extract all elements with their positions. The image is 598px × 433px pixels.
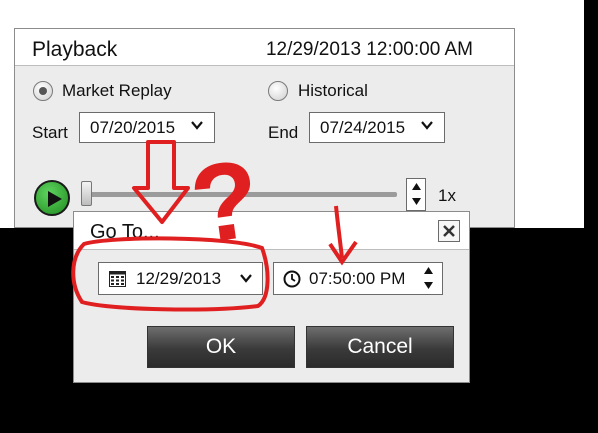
calendar-icon xyxy=(109,271,126,287)
goto-dialog: Go To... 12/29/2013 07:50:00 PM OK Cance… xyxy=(73,211,470,383)
cancel-button[interactable]: Cancel xyxy=(306,326,454,368)
play-icon xyxy=(48,191,62,207)
historical-radio[interactable] xyxy=(268,81,288,101)
goto-title: Go To... xyxy=(90,221,160,243)
playback-panel: Playback 12/29/2013 12:00:00 AM Market R… xyxy=(14,28,515,228)
chevron-down-icon xyxy=(421,121,433,130)
arrow-up-icon[interactable] xyxy=(411,182,422,191)
goto-time-field[interactable]: 07:50:00 PM xyxy=(273,262,443,295)
speed-label: 1x xyxy=(438,186,456,205)
end-date-value: 07/24/2015 xyxy=(320,118,406,137)
playback-header: Playback 12/29/2013 12:00:00 AM xyxy=(15,29,514,66)
arrow-up-icon[interactable] xyxy=(423,266,434,275)
background-black-bottom xyxy=(0,383,598,433)
playback-datetime: 12/29/2013 12:00:00 AM xyxy=(265,39,473,60)
start-date-value: 07/20/2015 xyxy=(90,118,176,137)
start-label: Start xyxy=(32,123,68,142)
clock-icon xyxy=(283,270,301,288)
goto-date-dropdown[interactable]: 12/29/2013 xyxy=(98,262,263,295)
playback-title: Playback xyxy=(32,38,118,61)
market-replay-radio[interactable] xyxy=(33,81,53,101)
close-button[interactable] xyxy=(438,220,460,242)
goto-header: Go To... xyxy=(74,212,469,250)
play-button[interactable] xyxy=(34,180,70,216)
historical-label[interactable]: Historical xyxy=(298,81,368,101)
speed-stepper[interactable] xyxy=(406,178,426,211)
ok-button[interactable]: OK xyxy=(147,326,295,368)
end-date-dropdown[interactable]: 07/24/2015 xyxy=(309,112,445,143)
playback-slider-thumb[interactable] xyxy=(81,181,92,206)
chevron-down-icon xyxy=(191,121,203,130)
market-replay-label[interactable]: Market Replay xyxy=(62,81,172,101)
chevron-down-icon xyxy=(240,274,252,283)
close-icon xyxy=(443,225,455,237)
playback-slider-track[interactable] xyxy=(87,192,397,197)
goto-time-value: 07:50:00 PM xyxy=(309,269,406,288)
arrow-down-icon[interactable] xyxy=(423,281,434,290)
goto-date-value: 12/29/2013 xyxy=(136,269,222,288)
end-label: End xyxy=(268,123,299,142)
start-date-dropdown[interactable]: 07/20/2015 xyxy=(79,112,215,143)
arrow-down-icon[interactable] xyxy=(411,197,422,206)
